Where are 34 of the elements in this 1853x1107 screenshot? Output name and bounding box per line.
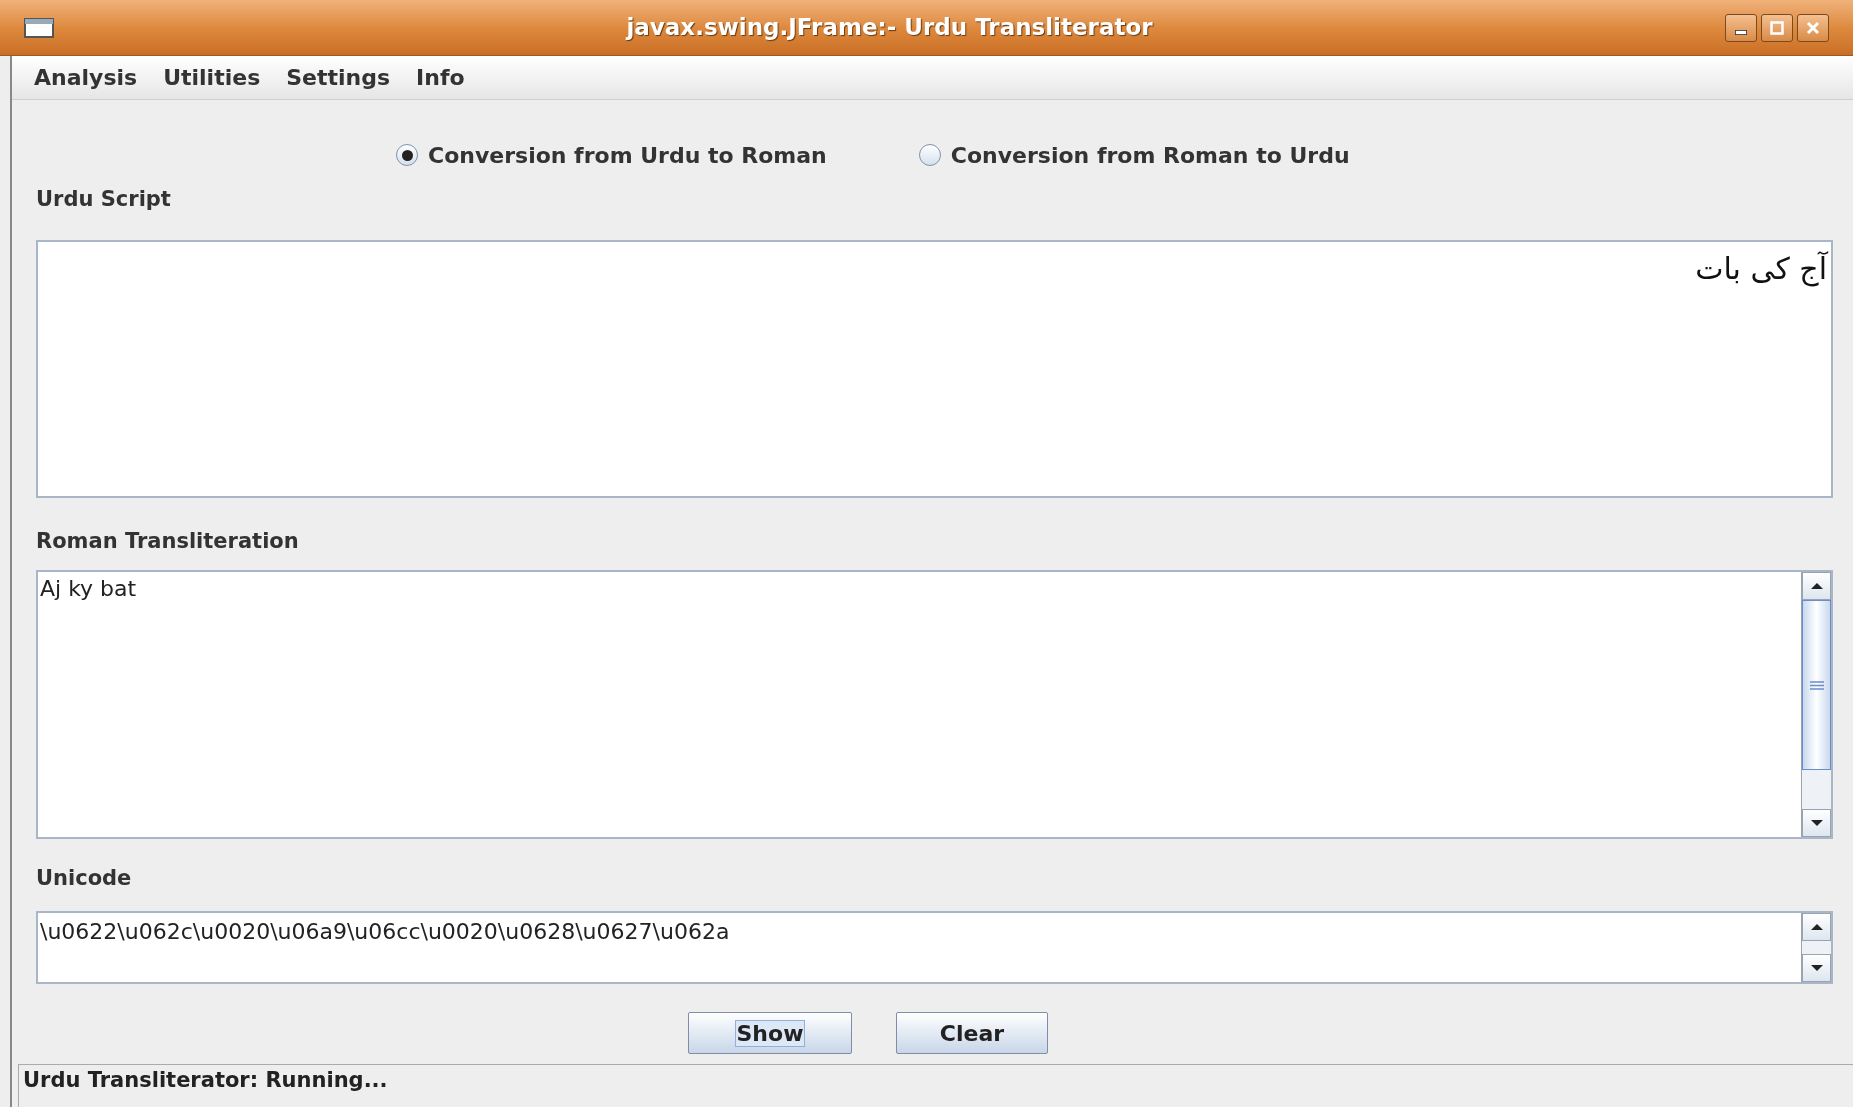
- section-label: Unicode: [36, 865, 132, 893]
- menu-item[interactable]: Settings: [286, 61, 391, 94]
- scroll-down-button[interactable]: [1802, 954, 1831, 982]
- radio-label[interactable]: Conversion from Roman to Urdu: [950, 138, 1350, 172]
- scrollbar[interactable]: [1801, 572, 1831, 837]
- up-arrow-icon: [1809, 582, 1824, 590]
- section-label: Roman Transliteration: [36, 528, 299, 556]
- radio-button[interactable]: [918, 144, 941, 166]
- close-icon: [1805, 19, 1821, 36]
- status-bar: Urdu Transliterator: Running...: [18, 1064, 1853, 1107]
- scroll-up-button[interactable]: [1802, 572, 1831, 600]
- down-arrow-icon: [1809, 964, 1824, 972]
- urdu-text-area[interactable]: آج کی بات: [36, 240, 1833, 498]
- minimize-icon: [1735, 30, 1747, 35]
- scrollbar[interactable]: [1801, 913, 1831, 982]
- action-button[interactable]: Clear: [896, 1012, 1048, 1054]
- minimize-button[interactable]: [1725, 13, 1757, 42]
- window-icon: [24, 17, 54, 38]
- window-title: javax.swing.JFrame:- Urdu Transliterator: [624, 13, 1154, 43]
- scroll-down-button[interactable]: [1802, 809, 1831, 837]
- menu-item[interactable]: Utilities: [163, 61, 261, 94]
- up-arrow-icon: [1809, 923, 1824, 931]
- action-button[interactable]: Show: [688, 1012, 852, 1054]
- down-arrow-icon: [1809, 819, 1824, 827]
- scroll-up-button[interactable]: [1802, 913, 1831, 941]
- maximize-icon: [1769, 19, 1785, 36]
- menu-item[interactable]: Info: [416, 61, 465, 94]
- grip-icon: [1808, 680, 1825, 690]
- section-label: Urdu Script: [36, 186, 171, 214]
- maximize-button[interactable]: [1761, 13, 1793, 42]
- menu-item[interactable]: Analysis: [34, 61, 138, 94]
- close-button[interactable]: [1797, 13, 1829, 42]
- radio-label[interactable]: Conversion from Urdu to Roman: [428, 138, 827, 172]
- radio-button[interactable]: [396, 144, 418, 166]
